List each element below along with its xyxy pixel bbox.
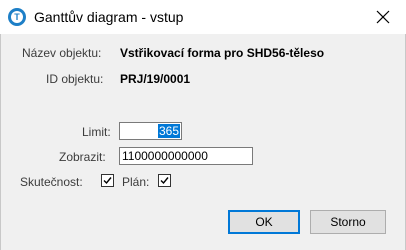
limit-input[interactable]: 365 (119, 122, 182, 140)
object-name-value: Vstřikovací forma pro SHD56-těleso (120, 46, 325, 60)
object-name-label: Název objektu: (22, 46, 102, 60)
actual-label: Skutečnost: (20, 175, 83, 189)
ok-button[interactable]: OK (228, 210, 300, 234)
limit-input-value: 365 (157, 124, 180, 138)
cancel-button[interactable]: Storno (310, 210, 386, 234)
close-icon (376, 10, 390, 24)
app-logo-letter: T (11, 11, 23, 23)
plan-checkbox[interactable] (158, 174, 171, 187)
plan-label: Plán: (122, 175, 150, 189)
checkmark-icon (160, 177, 169, 185)
limit-label: Limit: (82, 125, 111, 139)
display-input[interactable]: 1100000000000 (119, 147, 253, 165)
object-id-label: ID objektu: (46, 72, 104, 86)
display-input-value: 1100000000000 (122, 149, 208, 163)
display-label: Zobrazit: (59, 150, 106, 164)
window-title: Ganttův diagram - vstup (34, 9, 184, 25)
window-border-left (0, 34, 1, 250)
actual-checkbox[interactable] (101, 174, 114, 187)
app-logo-icon: T (8, 8, 26, 26)
checkmark-icon (103, 177, 112, 185)
close-button[interactable] (360, 0, 406, 34)
object-id-value: PRJ/19/0001 (120, 72, 191, 86)
title-bar: T Ganttův diagram - vstup (0, 0, 406, 34)
